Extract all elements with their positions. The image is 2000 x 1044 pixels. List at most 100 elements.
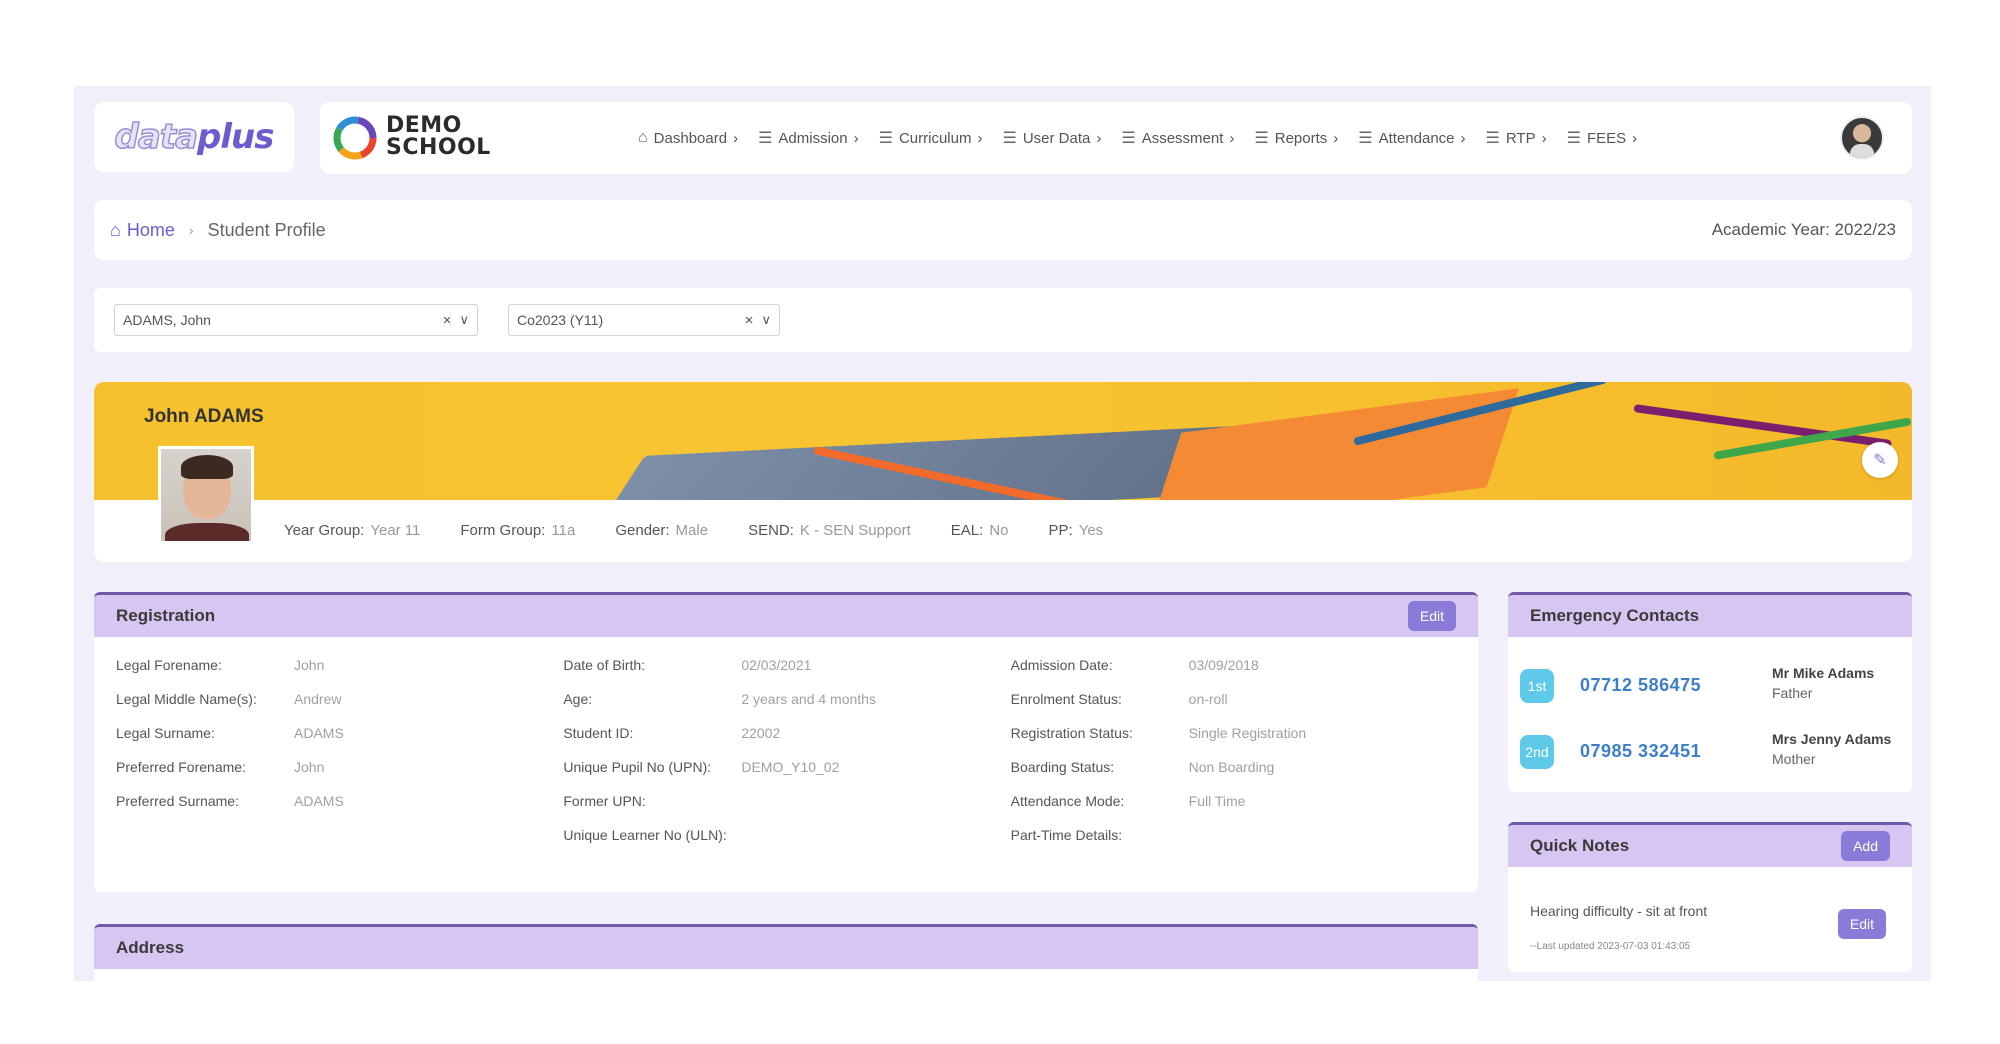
field-row: Preferred Surname: ADAMS [116, 793, 344, 809]
student-meta: Year Group: Year 11 Form Group: 11a Gender… [284, 522, 1103, 539]
menu-icon: ☰ [1121, 130, 1136, 147]
cohort-select[interactable]: Co2023 (Y11) × ∨ [508, 304, 780, 336]
menu-icon: ☰ [878, 130, 893, 147]
contact-phone-link[interactable]: 07985 332451 [1580, 741, 1701, 762]
field-row: Legal Surname: ADAMS [116, 725, 344, 741]
quick-notes-panel: Quick Notes Add Hearing difficulty - sit… [1508, 822, 1912, 972]
field-row: Unique Learner No (ULN): [563, 827, 727, 843]
nav-assessment[interactable]: ☰ Assessment › [1121, 128, 1234, 148]
app-frame: dataplus DEMO SCHOOL ⌂ Dashboard › ☰ Admiss… [74, 86, 1931, 981]
contact-name: Mrs Jenny Adams [1772, 731, 1892, 747]
field-row: Age: 2 years and 4 months [563, 691, 876, 707]
nav-curriculum[interactable]: ☰ Curriculum › [879, 128, 983, 148]
quick-note-text: Hearing difficulty - sit at front [1530, 903, 1708, 919]
chevron-down-icon[interactable]: ∨ [459, 312, 469, 328]
field-row: Part-Time Details: [1010, 827, 1123, 843]
nav-attendance[interactable]: ☰ Attendance › [1358, 128, 1465, 148]
chevron-right-icon: › [853, 129, 859, 147]
contact-name: Mr Mike Adams [1772, 665, 1875, 681]
contact-relation: Father [1772, 685, 1813, 701]
chevron-right-icon: › [1541, 129, 1547, 147]
chevron-down-icon[interactable]: ∨ [761, 312, 771, 328]
field-row: Former UPN: [563, 793, 646, 809]
chevron-right-icon: › [1096, 129, 1102, 147]
chevron-right-icon: › [733, 129, 739, 147]
edit-banner-button[interactable]: ✎ [1862, 442, 1898, 478]
field-row: Boarding Status: Non Boarding [1010, 759, 1275, 775]
menu-icon: ☰ [1485, 130, 1500, 147]
student-selector-bar: ADAMS, John × ∨ Co2023 (Y11) × ∨ [94, 288, 1912, 352]
field-row: Attendance Mode: Full Time [1010, 793, 1246, 809]
clear-icon[interactable]: × [443, 312, 452, 329]
registration-fields: Legal Forename: John Legal Middle Name(s)… [116, 657, 1458, 861]
breadcrumb: ⌂ Home › Student Profile Academic Year: 2… [94, 200, 1912, 260]
contact-phone-link[interactable]: 07712 586475 [1580, 675, 1701, 696]
banner-pencil [1633, 404, 1893, 449]
menu-icon: ☰ [758, 130, 773, 147]
meta-pp: PP: Yes [1048, 522, 1104, 539]
meta-year-group: Year Group: Year 11 [284, 522, 421, 539]
registration-column-1: Legal Forename: John Legal Middle Name(s)… [116, 657, 563, 861]
chevron-right-icon: › [1632, 129, 1638, 147]
nav-rtp[interactable]: ☰ RTP › [1486, 128, 1547, 148]
clear-icon[interactable]: × [745, 312, 754, 329]
main-nav: ⌂ Dashboard › ☰ Admission › ☰ Curriculum › ☰ Us… [638, 102, 1651, 174]
chevron-right-icon: › [188, 222, 194, 238]
contact-priority-badge: 1st [1520, 669, 1554, 703]
school-name: DEMO SCHOOL [386, 113, 491, 160]
quick-note-timestamp: --Last updated 2023-07-03 01:43:05 [1530, 941, 1691, 952]
top-nav-bar: DEMO SCHOOL ⌂ Dashboard › ☰ Admission › ☰ Cur… [320, 102, 1912, 174]
student-profile-card: John ADAMS ✎ Year Group: Year 11 Form Gro… [94, 382, 1912, 562]
emergency-contacts-header: Emergency Contacts [1508, 595, 1912, 637]
field-row: Student ID: 22002 [563, 725, 781, 741]
nav-reports[interactable]: ☰ Reports › [1254, 128, 1338, 148]
registration-column-3: Admission Date: 03/09/2018 Enrolment Stat… [1011, 657, 1458, 861]
menu-icon: ☰ [1358, 130, 1373, 147]
menu-icon: ☰ [1566, 130, 1581, 147]
quick-notes-header: Quick Notes Add [1508, 825, 1912, 867]
emergency-contacts-panel: Emergency Contacts 1st 07712 586475 Mr M… [1508, 592, 1912, 792]
registration-edit-button[interactable]: Edit [1407, 601, 1456, 631]
pencil-icon: ✎ [1873, 452, 1887, 469]
field-row: Enrolment Status: on-roll [1010, 691, 1228, 707]
add-note-button[interactable]: Add [1841, 831, 1890, 861]
emergency-contact: 2nd 07985 332451 Mrs Jenny Adams Mother [1520, 727, 1912, 777]
nav-fees[interactable]: ☰ FEES › [1567, 128, 1638, 148]
student-name: John ADAMS [144, 406, 264, 427]
school-logo-icon [333, 116, 377, 160]
field-row: Date of Birth: 02/03/2021 [563, 657, 812, 673]
chevron-right-icon: › [977, 129, 983, 147]
nav-user-data[interactable]: ☰ User Data › [1002, 128, 1101, 148]
student-photo [158, 446, 254, 544]
field-row: Preferred Forename: John [116, 759, 325, 775]
menu-icon: ☰ [1002, 130, 1017, 147]
nav-admission[interactable]: ☰ Admission › [758, 128, 859, 148]
field-row: Legal Forename: John [116, 657, 325, 673]
meta-send: SEND: K - SEN Support [748, 522, 911, 539]
meta-eal: EAL: No [950, 522, 1009, 539]
registration-header: Registration Edit [94, 595, 1478, 637]
logo-data-text: data [114, 116, 199, 158]
chevron-right-icon: › [1460, 129, 1466, 147]
academic-year-label: Academic Year: 2022/23 [1711, 220, 1896, 239]
chevron-right-icon: › [1229, 129, 1235, 147]
meta-form-group: Form Group: 11a [460, 522, 576, 539]
home-icon: ⌂ [110, 219, 121, 240]
field-row: Admission Date: 03/09/2018 [1010, 657, 1259, 673]
registration-panel: Registration Edit Legal Forename: John Le… [94, 592, 1478, 892]
menu-icon: ☰ [1254, 130, 1269, 147]
address-header: Address [94, 927, 1478, 969]
emergency-contact: 1st 07712 586475 Mr Mike Adams Father [1520, 661, 1912, 711]
logo-plus-text: plus [197, 117, 274, 157]
student-select[interactable]: ADAMS, John × ∨ [114, 304, 478, 336]
dataplus-logo[interactable]: dataplus [94, 102, 294, 172]
meta-gender: Gender: Male [615, 522, 709, 539]
breadcrumb-home-link[interactable]: ⌂ Home [110, 220, 175, 241]
user-avatar[interactable] [1840, 116, 1884, 160]
edit-note-button[interactable]: Edit [1837, 909, 1886, 939]
contact-priority-badge: 2nd [1520, 735, 1554, 769]
nav-dashboard[interactable]: ⌂ Dashboard › [638, 129, 738, 147]
profile-banner: John ADAMS ✎ [94, 382, 1912, 500]
chevron-right-icon: › [1333, 129, 1339, 147]
field-row: Registration Status: Single Registration [1010, 725, 1307, 741]
